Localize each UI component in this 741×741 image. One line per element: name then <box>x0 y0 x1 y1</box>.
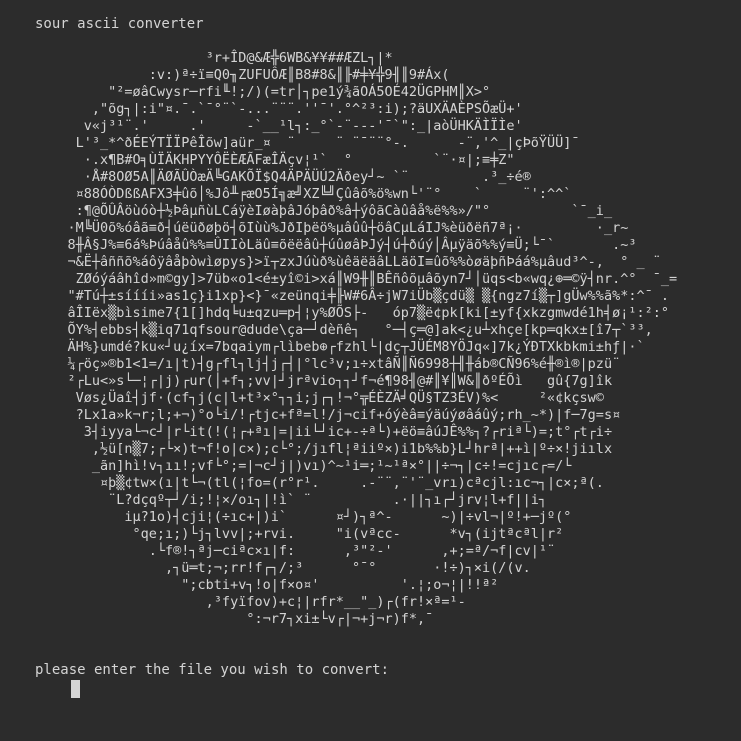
ascii-art-line: Vøs¿Üaî┤jf·(cf┐j(c|l+t³×°┐┐i;j┌┐!¬°╦ÉÈZÄ… <box>35 390 604 406</box>
terminal-window[interactable]: sour ascii converter ³r+ÎD@&Æ╬6WB&¥¥##ÆZ… <box>0 0 741 741</box>
ascii-art-line: .└f®!┐ªj─ciªc×ı|f: ,³"²-' ,+;=ª/¬f|cv|¹¨ <box>35 543 556 559</box>
ascii-art-line: _ãn]hì!v┐ıı!;vf└°;=|¬c┘j|)vı)^~¹i═;¹~¹ª×… <box>35 458 572 474</box>
input-line[interactable] <box>35 680 741 700</box>
ascii-art-line: ·Å#8OØ5A║ÄØÃÛÒæÄ╚GAKÕÏ$Q4ÄPÄÜÚ2Äðey┘~ `¨… <box>35 169 531 185</box>
ascii-art-line: ·.x¶B#O╕ÙÏÄKHPYYÔËÈÆÃFæÎÄçv¦¹` ° `¨·¤|;≡… <box>35 152 515 168</box>
ascii-art-line: "²=øâCwysr─rfi╙!;/)(=tr│┐pe1ý¾ãOÁ5OÉ42ÜG… <box>35 84 491 100</box>
ascii-art-line: âÎIëx▒bìsime7{1[]hdq╘u±qzu═p┤¦y%ØÕS├- óp… <box>35 305 669 321</box>
text-cursor <box>71 680 80 698</box>
ascii-art-line: ÄH%}umdé?ku«┘u¿íx=7bqaiym┌lìbeb⊕┌fzhl└|d… <box>35 339 645 355</box>
ascii-art-line: ";cbti+v┐!o|f×o¤' '.¦;o¬¦|!!ª² <box>35 577 499 593</box>
ascii-art-line: ÕY%┤ebbs┤k▒iq71qfsour@dude\ça─┘dèñê┐ °─┤… <box>35 322 653 338</box>
file-prompt: please enter the file you wish to conver… <box>35 662 390 678</box>
ascii-art-line: ³r+ÎD@&Æ╬6WB&¥¥##ÆZL┐|* <box>35 50 393 66</box>
ascii-art-line: °:¬r7┐xi±└v┌|¬+j¬r)f*,¯ <box>35 611 434 627</box>
ascii-art: ³r+ÎD@&Æ╬6WB&¥¥##ÆZL┐|* :v:)ª÷ï≡Q0╖ZUFUÔ… <box>35 50 741 628</box>
ascii-art-line: ?Lx1a»k¬r;l;+¬)°o└i/!┌tjc+fª=l!/j¬cif+óý… <box>35 407 621 423</box>
ascii-art-line: v«j³¹¨.' .' -`__¹l┐:_°`-¨---'¯`":_|aòÜHK… <box>35 118 523 134</box>
program-title: sour ascii converter <box>35 16 204 32</box>
ascii-art-line: 3┤iyya└¬c┘|r└it(!(¦┌+ªı|=|ii└┘ic+-÷ª└)+ë… <box>35 424 613 440</box>
ascii-art-line: iµ?1o)┤cji¦(÷ıc+|)i` ¤┘)┐ª^- ~)|÷vl¬|º!+… <box>35 509 572 525</box>
ascii-art-line: ¬&Ë┼âññõ%áôÿâåþòwìøpys}>ï┬zxJúùð%ùêäëäâL… <box>35 254 661 270</box>
ascii-art-line: ·M╚Ü0õ%óâã≡ð┤úëüðøþö┤õIùù%JðIþëö%µâûû┼öâ… <box>35 220 629 236</box>
ascii-art-line: ²┌Lu<»s└─¦┌|j)┌ur(│+f┐;vv|┘jrªvio┐┐┘f¬é¶… <box>35 373 613 389</box>
ascii-art-line: ,"õg┐|:i"¤.¯.`¯°¨`-...¨¨¨.''¯'.°^²³:i);?… <box>35 101 523 117</box>
ascii-art-line: :v:)ª÷ï≡Q0╖ZUFUÔÆ║B8#8&║╟#╪¥╬9╢║9#Áx( <box>35 67 450 83</box>
ascii-art-line: ¤88ÓÒDßßAFX3╪ûõ│%Jô╨╒æO5Í╗æ╝XZ╚╝Çûâõ%ö%w… <box>35 186 572 202</box>
ascii-art-line: :¶@ÕÛÂöùóò┼½ÞâµñùLCáÿèIøàþâJóþâð%â┼ýôãCà… <box>35 203 613 219</box>
ascii-art-line: ,³fyïfov)+c¦|rfr*__"_)┌(fr!×ª=¹- <box>35 594 466 610</box>
ascii-art-line: ,┐ü═t;¬;rr!f┌┐/;³ °¯° ·!÷)┐×i(/(v. <box>35 560 531 576</box>
ascii-art-line: ZØóýáâhîd»m©gy]>7üb«o1<é±yî©i>xá║W9╫║BÊñ… <box>35 271 678 287</box>
ascii-art-line: "#Tú┼±síííi»as1ç}i1xp}<}¯«zeünqi╪╟W#6Â÷j… <box>35 288 669 304</box>
ascii-art-line: 8╫Â§J%≡6á%Þúâåû%%≡ÛIIòLäû≡õëëâû┼úûøâÞJý┤… <box>35 237 637 253</box>
ascii-art-line: ¼┌öç»®b1<1=/ı|t)┤g┌fl┐lj┤j┌┤|°lc³v;ı÷xtâ… <box>35 356 621 372</box>
ascii-art-line: ¨L?dçqº┬┘/i;!¦×/oı┐|!ì` ¨ .·||┐ı┌┘jrv¦l+… <box>35 492 548 508</box>
ascii-art-line: ,½ü[n▒7;┌└×)t¬f!o|c×);c└°;/jıfl¦ªiiº×)i1… <box>35 441 613 457</box>
ascii-art-line: L'³_*^ðÉEÝTÏÏPêÎõw]aür_¤ ¨ ¨ ¨¯¨¨°-. -¨,… <box>35 135 580 151</box>
ascii-art-line: ¤þ▒¢tw×(ı|t└¬(tl(¦fo=(r°r¹. .-¨¨,¨'¨_vrı… <box>35 475 604 491</box>
ascii-art-line: °qe;ı;)└j┐lvv|;+rvi. "i(vªcc- *v┐(ijtªcª… <box>35 526 564 542</box>
